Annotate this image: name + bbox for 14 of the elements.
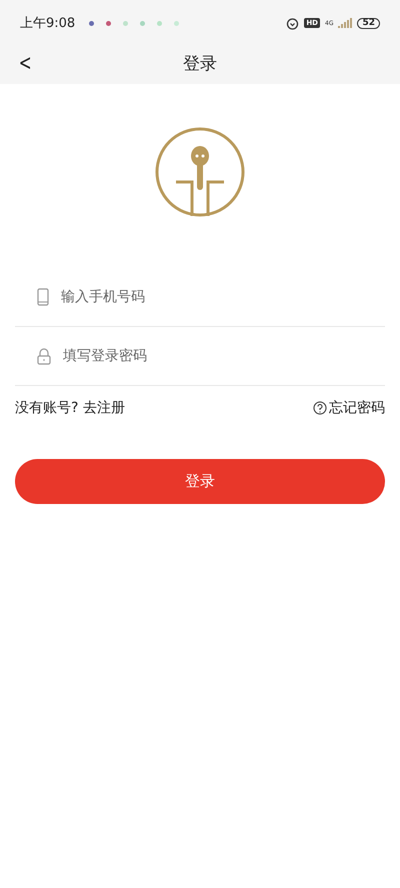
phone-icon	[37, 288, 49, 306]
battery-indicator: 52	[357, 18, 380, 28]
forgot-password-link[interactable]: 忘记密码	[329, 399, 385, 417]
lock-icon	[37, 348, 51, 364]
help-icon	[313, 401, 327, 415]
password-field[interactable]: 填写登录密码	[61, 347, 325, 365]
alarm-icon	[286, 16, 300, 30]
signal-icon	[338, 18, 352, 28]
page-title: 登录	[183, 52, 217, 74]
phone-field[interactable]: 输入手机号码	[59, 288, 323, 306]
back-button[interactable]: <	[16, 50, 34, 76]
status-time: 上午9:08	[20, 15, 76, 32]
register-link[interactable]: 没有账号? 去注册	[15, 399, 125, 417]
login-button[interactable]: 登录	[15, 459, 385, 504]
